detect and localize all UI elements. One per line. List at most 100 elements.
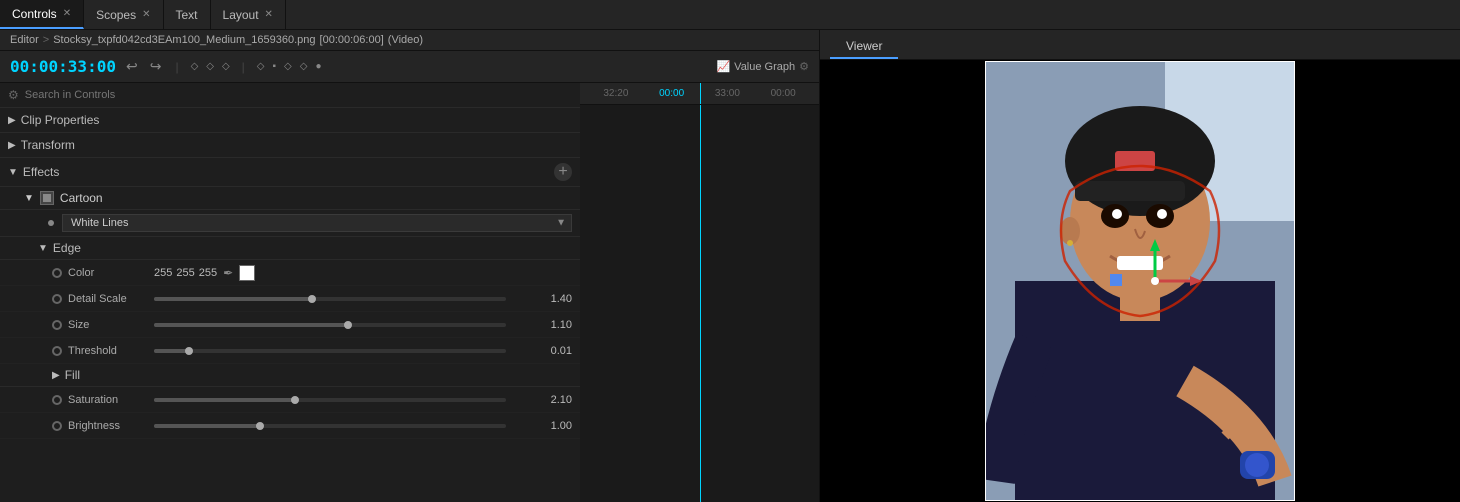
size-value[interactable]: 1.10	[512, 319, 572, 331]
keyframe-diamond-2[interactable]: ◇	[206, 61, 214, 72]
saturation-value[interactable]: 2.10	[512, 394, 572, 406]
eyedropper-icon[interactable]: ✒	[223, 266, 233, 280]
cartoon-enable-checkbox[interactable]	[40, 191, 54, 205]
detail-scale-handle[interactable]	[308, 295, 316, 303]
size-slider[interactable]	[154, 323, 506, 327]
tab-text[interactable]: Text	[164, 0, 211, 29]
prop-saturation: Saturation 2.10	[0, 387, 580, 413]
threshold-keyframe-circle[interactable]	[52, 346, 62, 356]
keyframe-diamond-3[interactable]: ◇	[222, 61, 230, 72]
timeline-area: 32:20 00:00 33:00 00:00	[580, 83, 819, 502]
transform-chevron: ▶	[8, 140, 16, 151]
color-keyframe-circle[interactable]	[52, 268, 62, 278]
threshold-track	[154, 349, 189, 353]
fill-section-header[interactable]: ▶ Fill	[0, 364, 580, 387]
fill-chevron: ▶	[52, 370, 60, 381]
ruler-mark-4: 00:00	[771, 88, 796, 99]
size-keyframe-circle[interactable]	[52, 320, 62, 330]
cartoon-label: Cartoon	[60, 191, 103, 205]
color-swatch[interactable]	[239, 265, 255, 281]
keyframe-diamond-1[interactable]: ◇	[191, 61, 199, 72]
viewer-tab[interactable]: Viewer	[830, 35, 898, 59]
tab-scopes[interactable]: Scopes ✕	[84, 0, 163, 29]
saturation-track	[154, 398, 295, 402]
ruler-mark-2: 00:00	[659, 88, 684, 99]
dropdown-dot-icon	[48, 220, 54, 226]
breadcrumb-sep: >	[43, 34, 49, 46]
effects-add-icon: +	[558, 163, 567, 181]
search-input[interactable]	[25, 89, 572, 101]
section-effects[interactable]: ▼ Effects +	[0, 158, 580, 187]
tab-bar: Controls ✕ Scopes ✕ Text Layout ✕	[0, 0, 1460, 30]
saturation-slider[interactable]	[154, 398, 506, 402]
video-frame	[985, 61, 1295, 501]
saturation-handle[interactable]	[291, 396, 299, 404]
edge-chevron: ▼	[38, 243, 48, 254]
breadcrumb-file: Stocksy_txpfd042cd3EAm100_Medium_1659360…	[53, 34, 315, 46]
cartoon-dropdown-row: White Lines Black Lines Color Lines ▼	[0, 210, 580, 237]
cartoon-effect-row: ▼ Cartoon	[0, 187, 580, 210]
current-timecode[interactable]: 00:00:33:00	[10, 57, 116, 76]
controls-panel: ⚙ ▶ Clip Properties ▶ Transform ▼ Effect…	[0, 83, 580, 502]
ruler-mark-1: 32:20	[603, 88, 628, 99]
color-label: Color	[68, 267, 148, 279]
size-handle[interactable]	[344, 321, 352, 329]
tab-layout-label: Layout	[223, 8, 259, 22]
keyframe-diamond-7[interactable]: ◇	[300, 61, 308, 72]
color-b[interactable]: 255	[199, 267, 217, 279]
color-g[interactable]: 255	[176, 267, 194, 279]
breadcrumb-timecode: [00:00:06:00]	[320, 34, 384, 46]
detail-scale-label: Detail Scale	[68, 293, 148, 305]
keyframe-diamond-8[interactable]: ●	[315, 61, 321, 72]
tab-scopes-close[interactable]: ✕	[142, 9, 150, 20]
color-values: 255 255 255	[154, 267, 217, 279]
cartoon-chevron[interactable]: ▼	[24, 193, 34, 204]
value-graph-extra-icon: ⚙	[799, 60, 809, 73]
tab-scopes-label: Scopes	[96, 8, 136, 22]
color-r[interactable]: 255	[154, 267, 172, 279]
effects-add-button[interactable]: +	[554, 163, 572, 181]
white-lines-dropdown[interactable]: White Lines Black Lines Color Lines	[62, 214, 572, 232]
section-clip-properties[interactable]: ▶ Clip Properties	[0, 108, 580, 133]
redo-button[interactable]: ↪	[148, 58, 164, 75]
right-panel: Viewer	[820, 30, 1460, 502]
tc-sep1: |	[175, 60, 178, 74]
keyframe-diamond-4[interactable]: ◇	[257, 61, 265, 72]
saturation-keyframe-circle[interactable]	[52, 395, 62, 405]
detail-scale-value[interactable]: 1.40	[512, 293, 572, 305]
viewer-area	[820, 60, 1460, 502]
timeline-ruler: 32:20 00:00 33:00 00:00	[580, 83, 819, 105]
playhead-marker	[700, 83, 701, 104]
brightness-handle[interactable]	[256, 422, 264, 430]
detail-scale-keyframe-circle[interactable]	[52, 294, 62, 304]
white-lines-dropdown-wrapper: White Lines Black Lines Color Lines ▼	[62, 214, 572, 232]
tab-controls-label: Controls	[12, 7, 57, 21]
transform-label: Transform	[21, 138, 75, 152]
brightness-slider[interactable]	[154, 424, 506, 428]
keyframe-diamond-6[interactable]: ◇	[284, 61, 292, 72]
value-graph-button[interactable]: 📈 Value Graph ⚙	[716, 60, 809, 73]
tab-controls-close[interactable]: ✕	[63, 8, 71, 19]
tab-layout[interactable]: Layout ✕	[211, 0, 286, 29]
left-panel: Editor > Stocksy_txpfd042cd3EAm100_Mediu…	[0, 30, 820, 502]
search-icon: ⚙	[8, 88, 19, 102]
section-transform[interactable]: ▶ Transform	[0, 133, 580, 158]
ruler-mark-3: 33:00	[715, 88, 740, 99]
timecode-bar: 00:00:33:00 ↩ ↪ | ◇ ◇ ◇ | ◇ ▪ ◇ ◇ ● 📈 Va…	[0, 51, 819, 83]
keyframe-diamond-5[interactable]: ▪	[273, 61, 277, 72]
threshold-value[interactable]: 0.01	[512, 345, 572, 357]
saturation-label: Saturation	[68, 394, 148, 406]
cartoon-checkbox-inner	[43, 194, 51, 202]
brightness-keyframe-circle[interactable]	[52, 421, 62, 431]
timeline-content	[580, 105, 819, 502]
threshold-slider[interactable]	[154, 349, 506, 353]
tab-controls[interactable]: Controls ✕	[0, 0, 84, 29]
effects-label: Effects	[23, 165, 59, 179]
tab-layout-close[interactable]: ✕	[265, 9, 273, 20]
breadcrumb-editor: Editor	[10, 34, 39, 46]
undo-button[interactable]: ↩	[124, 58, 140, 75]
brightness-value[interactable]: 1.00	[512, 420, 572, 432]
threshold-handle[interactable]	[185, 347, 193, 355]
edge-section-header[interactable]: ▼ Edge	[0, 237, 580, 260]
detail-scale-slider[interactable]	[154, 297, 506, 301]
